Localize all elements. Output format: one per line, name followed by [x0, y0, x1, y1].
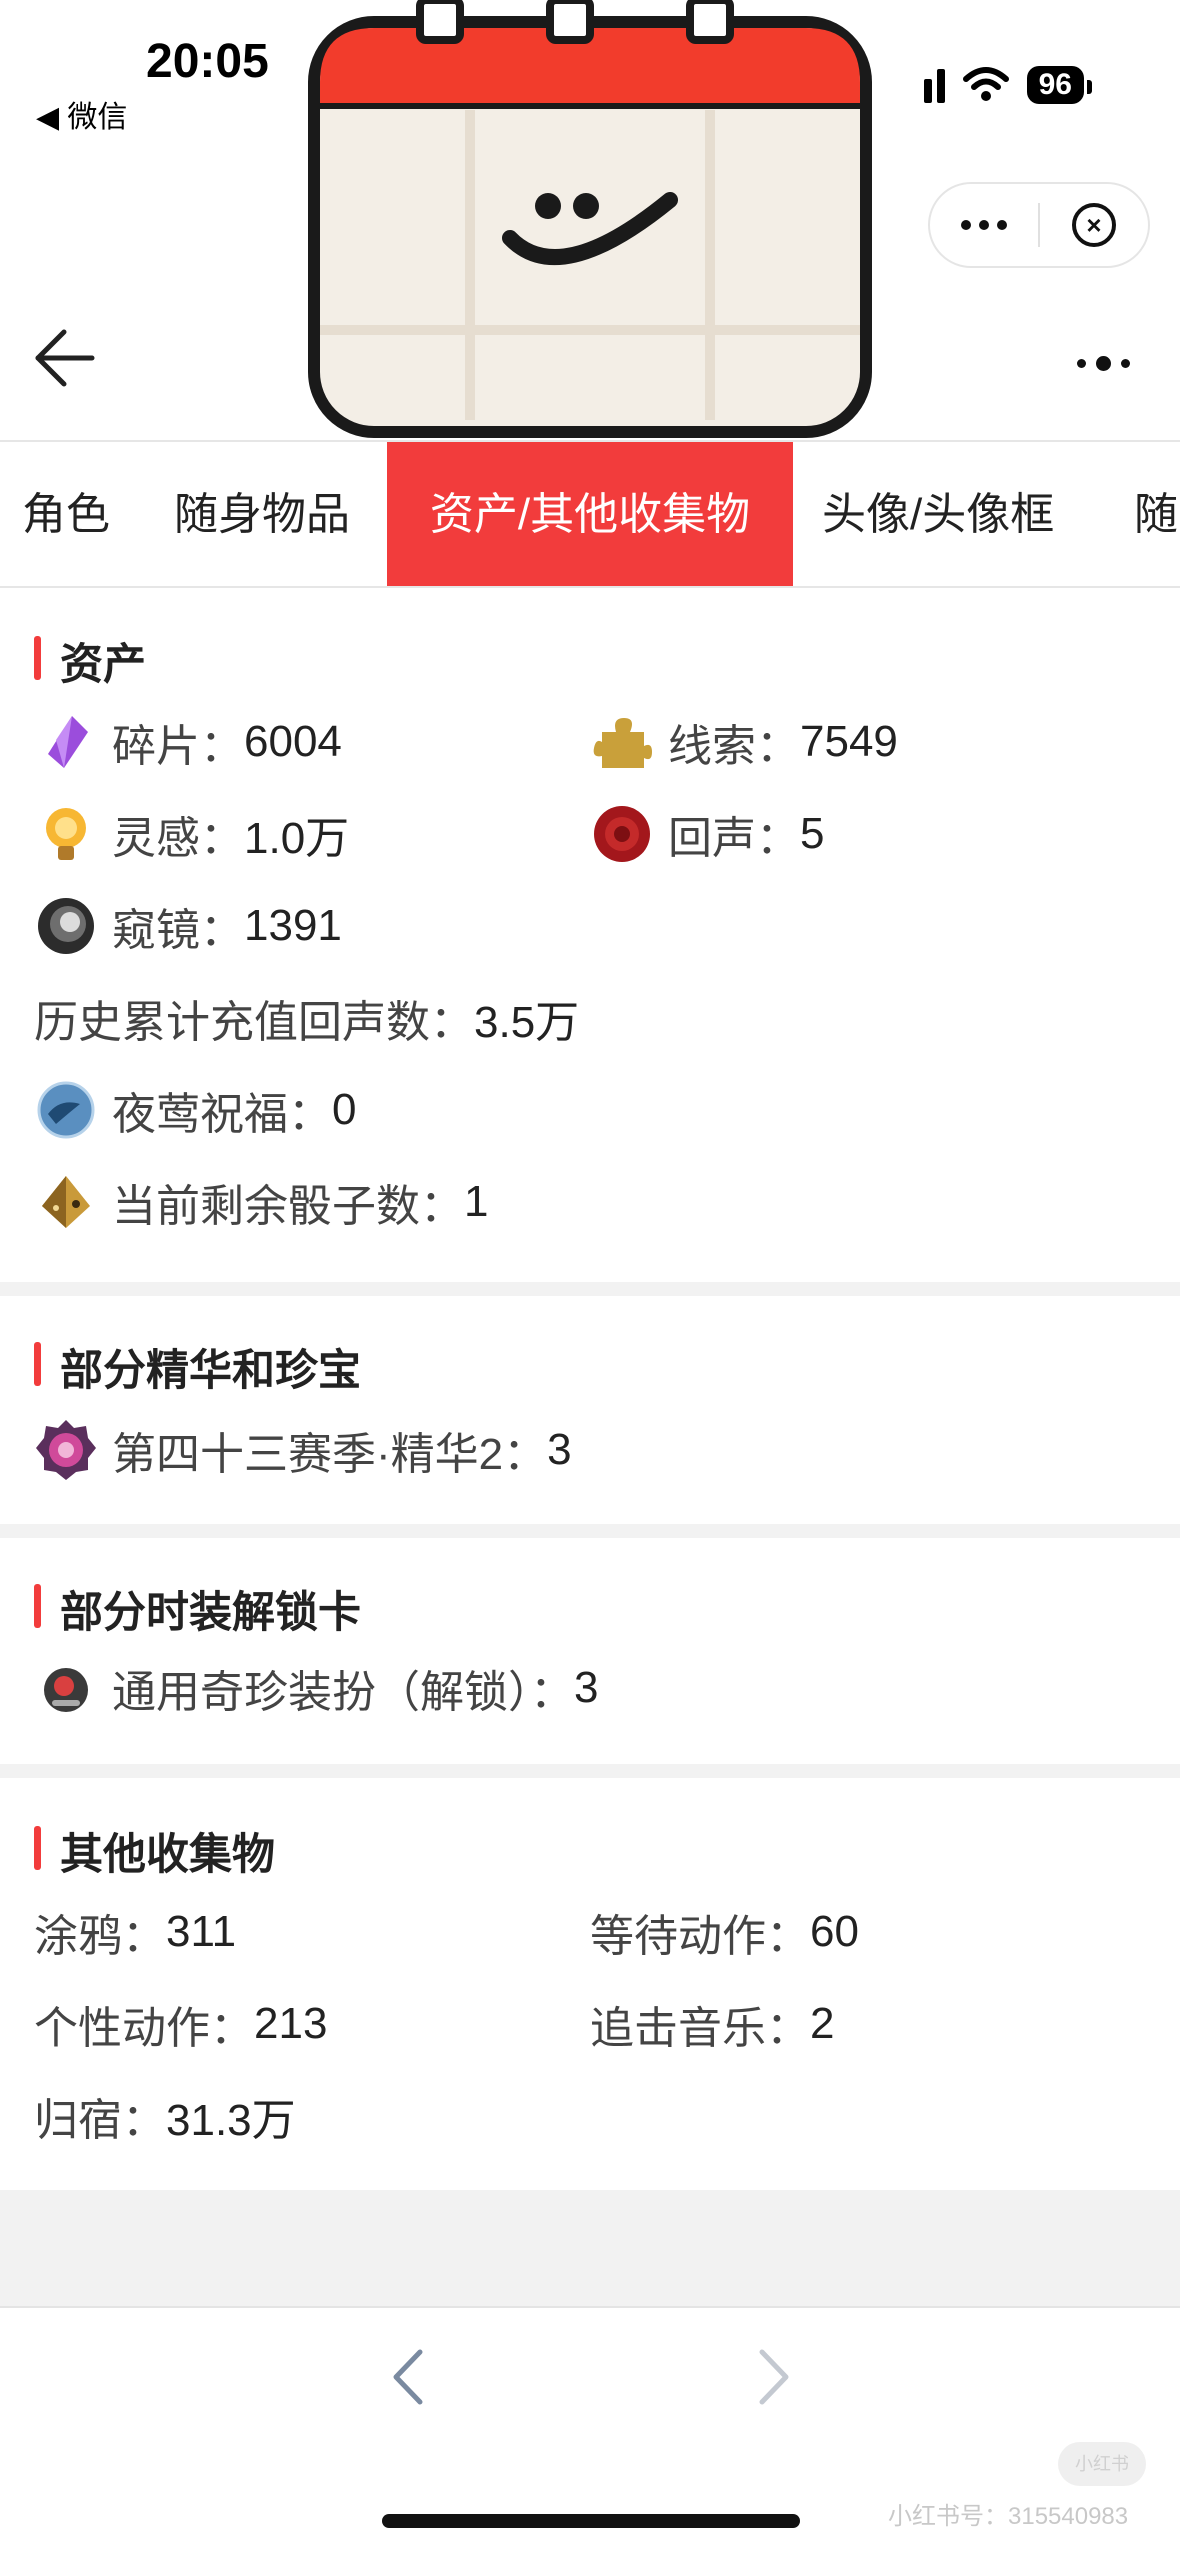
- asset-item-clues: 线索： 7549: [590, 710, 898, 774]
- asset-item-shards: 碎片： 6004: [34, 710, 342, 774]
- other-collectibles-section: 其他收集物 涂鸦： 311 等待动作： 60 个性动作： 213 追击音乐： 2 归宿：…: [0, 1778, 1180, 2190]
- asset-item-lens: 窥镜： 1391: [34, 894, 342, 958]
- watermark-text: 小红书号：315540983: [888, 2503, 1129, 2530]
- capsule-more-button[interactable]: [930, 184, 1038, 266]
- purple-crystal-icon: [48, 716, 88, 768]
- tab-avatar-frame[interactable]: 头像/头像框: [822, 442, 1054, 586]
- costume-card-item: 通用奇珍装扮（解锁）： 3: [34, 1656, 598, 1720]
- costume-cards-section: 部分时装解锁卡 通用奇珍装扮（解锁）： 3: [0, 1538, 1180, 1764]
- tab-character[interactable]: 角色: [22, 442, 110, 586]
- section-title: 部分精华和珍宝: [34, 1336, 361, 1398]
- pink-essence-badge-icon: [36, 1420, 96, 1480]
- asset-item-total-recharge: 历史累计充值回声数： 3.5万: [34, 998, 580, 1047]
- category-tabs: 角色 随身物品 资产/其他收集物 头像/头像框 随: [0, 440, 1180, 588]
- tab-more[interactable]: 随: [1134, 442, 1178, 586]
- chevron-right-icon[interactable]: [742, 2342, 802, 2412]
- other-item-chase-music: 追击音乐： 2: [590, 1999, 835, 2053]
- other-item-graffiti: 涂鸦： 311: [34, 1907, 237, 1961]
- asset-item-inspiration: 灵感： 1.0万: [34, 802, 349, 866]
- blue-orb-icon: [37, 1081, 95, 1139]
- miniprogram-capsule: ×: [928, 182, 1150, 268]
- golden-dice-icon: [42, 1176, 90, 1228]
- tab-assets-collectibles[interactable]: 资产/其他收集物: [387, 442, 793, 586]
- other-item-personal-action: 个性动作： 213: [34, 1999, 328, 2053]
- more-dot-icon: [1076, 358, 1086, 368]
- capsule-close-button[interactable]: ×: [1040, 184, 1148, 266]
- section-title: 部分时装解锁卡: [34, 1578, 361, 1640]
- essence-item: 第四十三赛季·精华2： 3: [34, 1418, 572, 1482]
- page-bottom-padding: [0, 2190, 1180, 2306]
- more-dot-icon: [1120, 358, 1130, 368]
- status-icons: 96: [923, 66, 1093, 104]
- costume-card-icon: [44, 1668, 88, 1712]
- more-dot-icon: [1095, 355, 1111, 371]
- battery-indicator: 96: [1026, 66, 1093, 104]
- watermark-logo: 小红书: [1058, 2442, 1146, 2486]
- tab-carried-items[interactable]: 随身物品: [174, 442, 350, 586]
- wifi-icon: [962, 67, 1009, 101]
- red-wax-seal-icon: [594, 806, 650, 862]
- section-divider: [0, 1764, 1180, 1778]
- more-menu-button[interactable]: [1068, 348, 1138, 378]
- section-title: 资产: [34, 630, 146, 692]
- asset-item-echo: 回声： 5: [590, 802, 824, 866]
- status-time: 20:05: [146, 35, 269, 88]
- section-title: 其他收集物: [34, 1820, 275, 1882]
- section-divider: [0, 1524, 1180, 1538]
- back-arrow-icon[interactable]: [30, 322, 100, 392]
- chevron-left-icon[interactable]: [380, 2342, 440, 2412]
- cellular-signal-icon: [923, 67, 945, 103]
- back-to-wechat-link[interactable]: ◀ 微信: [36, 92, 127, 136]
- asset-item-nightingale-blessing: 夜莺祝福： 0: [34, 1078, 356, 1142]
- gold-puzzle-piece-icon: [593, 718, 652, 768]
- asset-item-dice: 当前剩余骰子数： 1: [34, 1170, 488, 1234]
- essence-section: 部分精华和珍宝 第四十三赛季·精华2： 3: [0, 1296, 1180, 1524]
- assets-section: 资产 碎片： 6004 线索： 7549 灵感： 1.0万 回声： 5 窥镜： …: [0, 588, 1180, 1282]
- other-item-homecoming: 归宿： 31.3万: [34, 2096, 296, 2145]
- section-divider: [0, 1282, 1180, 1296]
- calendar-sticker-icon: [308, 0, 872, 438]
- close-icon: ×: [1072, 203, 1116, 247]
- lens-icon: [38, 898, 94, 954]
- lightbulb-icon: [46, 808, 86, 860]
- home-indicator[interactable]: [382, 2514, 800, 2528]
- other-item-waiting-action: 等待动作： 60: [590, 1907, 859, 1961]
- more-dots-icon: [961, 220, 1007, 230]
